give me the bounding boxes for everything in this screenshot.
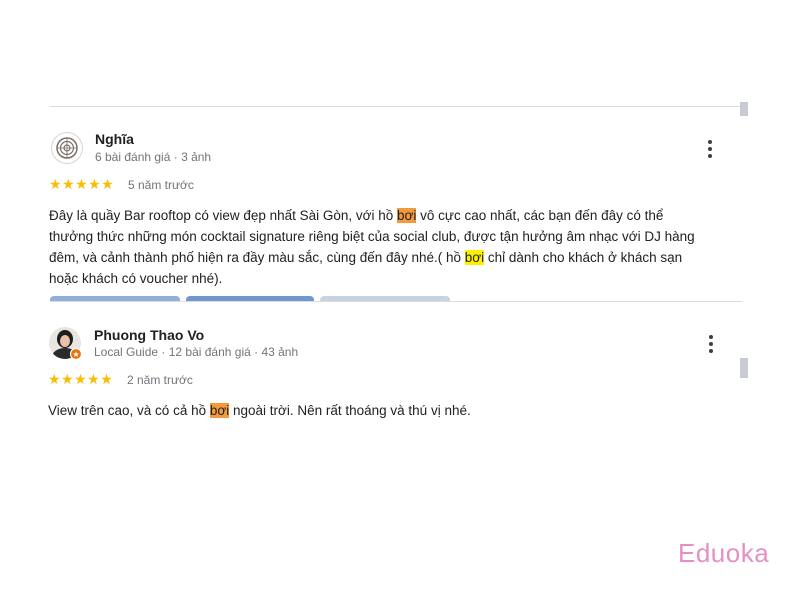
emblem-avatar-icon	[51, 132, 83, 164]
profile-photo-avatar: ★	[49, 327, 83, 361]
review-time: 5 năm trước	[128, 178, 194, 192]
more-vert-icon[interactable]	[699, 332, 723, 356]
review-text: Đây là quầy Bar rooftop có view đẹp nhất…	[49, 205, 699, 289]
more-vert-icon[interactable]	[698, 137, 722, 161]
reviewer-avatar[interactable]: ★	[49, 327, 83, 361]
review-text: View trên cao, và có cả hồ bơi ngoài trờ…	[48, 400, 698, 421]
eduoka-watermark-logo: Eduoka	[678, 538, 770, 568]
svg-text:★: ★	[72, 350, 79, 359]
top-divider	[50, 106, 742, 107]
text-segment: Đây là quầy Bar rooftop có view đẹp nhất…	[49, 208, 398, 223]
reviewer-name[interactable]: Phuong Thao Vo	[94, 327, 204, 343]
scrollbar-thumb-top[interactable]	[740, 102, 748, 116]
highlighted-keyword: bơi	[209, 403, 230, 418]
reviewer-name[interactable]: Nghĩa	[95, 131, 134, 147]
text-segment: ngoài trời. Nên rất thoáng và thú vị nhé…	[229, 403, 471, 418]
star-rating: ★★★★★	[49, 176, 115, 192]
review-time: 2 năm trước	[127, 373, 193, 387]
reviewer-meta: Local Guide · 12 bài đánh giá · 43 ảnh	[94, 345, 299, 359]
scrollbar-thumb[interactable]	[740, 358, 748, 378]
review-divider	[50, 301, 742, 302]
highlighted-keyword: bơi	[464, 250, 485, 265]
star-rating: ★★★★★	[48, 371, 114, 387]
reviewer-avatar[interactable]	[51, 132, 83, 164]
reviewer-meta: 6 bài đánh giá · 3 ảnh	[95, 150, 212, 164]
highlighted-keyword: bơi	[397, 208, 417, 223]
text-segment: View trên cao, và có cả hồ	[48, 403, 210, 418]
